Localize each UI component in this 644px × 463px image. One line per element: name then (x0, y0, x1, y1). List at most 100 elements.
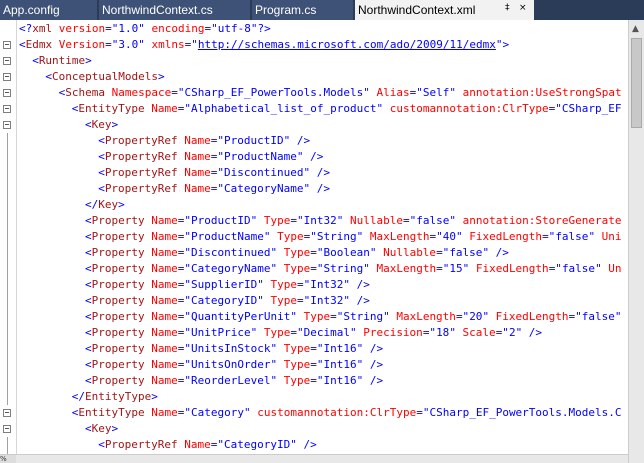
token: =" (171, 86, 185, 99)
token: Alphabetical_list_of_product (191, 102, 377, 115)
token: =" (310, 246, 324, 259)
token: < (85, 310, 92, 323)
code-line[interactable]: <Property Name="UnitsInStock" Type="Int1… (0, 341, 628, 357)
code-line[interactable]: − <Runtime> (0, 53, 628, 69)
collapse-icon[interactable]: − (3, 73, 11, 81)
token: Self (422, 86, 450, 99)
code-line[interactable]: − <ConceptualModels> (0, 69, 628, 85)
token: " (449, 214, 456, 227)
token: UnitPrice (190, 326, 251, 339)
tab-northwind-context-xml[interactable]: NorthwindContext.xml ‡ × (355, 0, 535, 20)
token: Property (91, 342, 145, 355)
horizontal-scrollbar[interactable]: % (0, 454, 628, 463)
scroll-up-icon[interactable]: ▲ (632, 24, 639, 34)
code-text: <PropertyRef Name="CategoryName" /> (98, 181, 330, 197)
code-line[interactable]: <?xml version="1.0" encoding="utf-8"?> (0, 21, 628, 37)
code-text: <EntityType Name="Category" customannota… (72, 405, 622, 421)
token: =" (310, 374, 324, 387)
collapse-icon[interactable]: − (3, 121, 11, 129)
vertical-scrollbar[interactable]: ▲ (628, 20, 644, 463)
code-line[interactable]: <Property Name="ProductID" Type="Int32" … (0, 213, 628, 229)
code-line[interactable]: <Property Name="QuantityPerUnit" Type="S… (0, 309, 628, 325)
code-line[interactable]: <Property Name="SupplierID" Type="Int32"… (0, 277, 628, 293)
collapse-icon[interactable]: − (3, 425, 11, 433)
close-icon[interactable]: × (519, 3, 527, 13)
code-line[interactable]: <Property Name="Discontinued" Type="Bool… (0, 245, 628, 261)
collapse-icon[interactable]: − (3, 409, 11, 417)
token: CategoryName (224, 182, 304, 195)
token: < (98, 438, 105, 451)
token: " /> (296, 150, 324, 163)
token: Property (91, 294, 145, 307)
token: Runtime (38, 54, 86, 67)
token: Discontinued (190, 246, 271, 259)
code-line[interactable]: </EntityType> (0, 389, 628, 405)
token: Name (144, 230, 178, 243)
code-line[interactable]: <PropertyRef Name="ProductName" /> (0, 149, 628, 165)
collapse-icon[interactable]: − (3, 57, 11, 65)
code-line[interactable]: <PropertyRef Name="Discontinued" /> (0, 165, 628, 181)
token: > (111, 422, 119, 435)
token: Type (263, 294, 297, 307)
code-line[interactable]: <PropertyRef Name="ProductID" /> (0, 133, 628, 149)
code-text: </EntityType> (72, 389, 158, 405)
outline-line (7, 149, 8, 165)
code-line[interactable]: <PropertyRef Name="CategoryID" /> (0, 437, 628, 453)
code-text: </Key> (85, 197, 125, 213)
code-line[interactable]: <Property Name="CategoryName" Type="Stri… (0, 261, 628, 277)
token: encoding (144, 22, 205, 35)
scroll-thumb[interactable] (631, 38, 642, 128)
code-line[interactable]: − <Edmx Version="3.0" xmlns="http://schem… (0, 37, 628, 53)
code-text: <Property Name="QuantityPerUnit" Type="S… (85, 309, 622, 325)
token: " /> (343, 278, 370, 291)
code-text: <PropertyRef Name="ProductID" /> (98, 133, 310, 149)
token: " (383, 310, 390, 323)
token: Type (277, 246, 311, 259)
token: Type (277, 342, 311, 355)
code-line[interactable]: <Property Name="ReorderLevel" Type="Int1… (0, 373, 628, 389)
token: Nullable (376, 246, 437, 259)
token: " (595, 262, 602, 275)
token: MaxLength (389, 310, 456, 323)
token: =" (210, 150, 225, 163)
code-text: <Property Name="SupplierID" Type="Int32"… (85, 277, 370, 293)
tab-northwind-context-cs[interactable]: NorthwindContext.cs (99, 0, 251, 20)
token: < (85, 374, 92, 387)
token: " (138, 38, 145, 51)
token: Name (144, 358, 178, 371)
code-line[interactable]: <Property Name="CategoryID" Type="Int32"… (0, 293, 628, 309)
code-line[interactable]: <Property Name="UnitsOnOrder" Type="Int1… (0, 357, 628, 373)
token: 18 (436, 326, 450, 339)
code-line[interactable]: − <Schema Namespace="CSharp_EF_PowerTools… (0, 85, 628, 101)
outline-line (7, 389, 8, 405)
token: 2 (508, 326, 516, 339)
zoom-level[interactable]: % (0, 455, 16, 463)
collapse-icon[interactable]: − (3, 41, 11, 49)
token: =" (177, 310, 191, 323)
token: " (349, 326, 357, 339)
token: " (363, 86, 370, 99)
xml-editor[interactable]: <?xml version="1.0" encoding="utf-8"?> − <… (0, 20, 628, 463)
token: ProductID (190, 214, 251, 227)
token: Name (144, 294, 178, 307)
token: Category (191, 406, 245, 419)
tab-app-config[interactable]: App.config (0, 0, 98, 20)
code-line[interactable]: − <Key> (0, 117, 628, 133)
code-line[interactable]: <Property Name="UnitPrice" Type="Decimal… (0, 325, 628, 341)
code-line[interactable]: − <Key> (0, 421, 628, 437)
token: false (581, 310, 615, 323)
tab-program-cs[interactable]: Program.cs (252, 0, 354, 20)
outline-line (7, 261, 8, 277)
code-line[interactable]: <Property Name="ProductName" Type="Strin… (0, 229, 628, 245)
token: Property (91, 262, 145, 275)
code-line[interactable]: </Key> (0, 197, 628, 213)
token: " (363, 262, 370, 275)
code-line[interactable]: <PropertyRef Name="CategoryName" /> (0, 181, 628, 197)
code-line[interactable]: − <EntityType Name="Category" customannot… (0, 405, 628, 421)
collapse-icon[interactable]: − (3, 89, 11, 97)
collapse-icon[interactable]: − (3, 105, 11, 113)
code-line[interactable]: − <EntityType Name="Alphabetical_list_of_… (0, 101, 628, 117)
pin-icon[interactable]: ‡ (505, 3, 510, 13)
token: Alias (369, 86, 410, 99)
token: ProductID (224, 134, 284, 147)
